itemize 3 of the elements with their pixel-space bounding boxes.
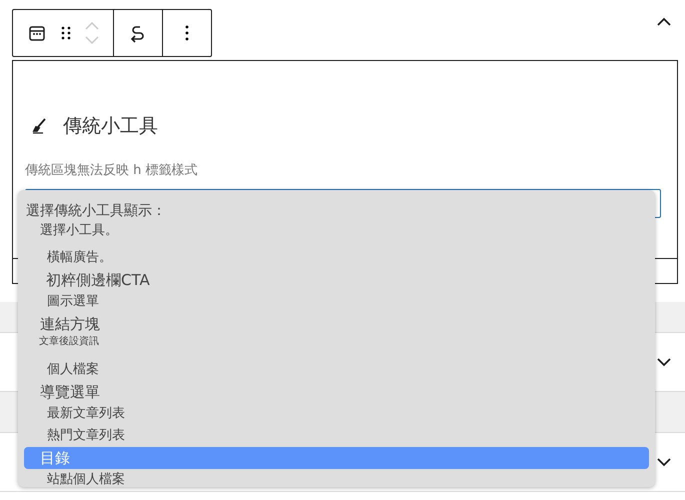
block-title: 傳統小工具 xyxy=(63,114,158,139)
dropdown-label: 選擇傳統小工具顯示： xyxy=(25,202,166,221)
block-note: 傳統區塊無法反映 h 標籤樣式 xyxy=(25,162,199,179)
